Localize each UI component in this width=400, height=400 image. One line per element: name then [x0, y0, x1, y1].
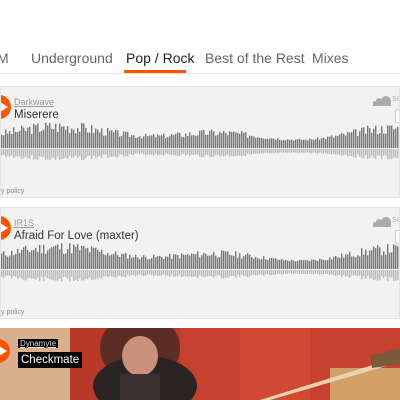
tab-best-of-the-rest[interactable]: Best of the Rest	[205, 50, 305, 66]
waveform[interactable]	[1, 236, 400, 286]
artist-link[interactable]: Darkwave	[14, 97, 54, 107]
tabs-divider	[0, 73, 400, 74]
player-widget: Darkwave Miserere SO y policy	[0, 86, 400, 198]
privacy-policy-link[interactable]: y policy	[1, 188, 24, 195]
tab-mixes[interactable]: Mixes	[312, 50, 349, 66]
artist-link[interactable]: IR1S	[14, 218, 34, 228]
privacy-policy-link[interactable]: y policy	[1, 309, 24, 316]
track-title[interactable]: Checkmate	[18, 352, 83, 368]
artist-link[interactable]: Dynamyte	[18, 339, 59, 348]
soundcloud-icon[interactable]	[373, 217, 391, 227]
soundcloud-icon[interactable]	[373, 96, 391, 106]
tab-partial[interactable]: M	[0, 50, 9, 66]
tab-pop-rock[interactable]: Pop / Rock	[126, 50, 194, 66]
brand-text: SO	[392, 96, 399, 103]
tab-underground[interactable]: Underground	[31, 50, 113, 66]
genre-tabs: M Underground Pop / Rock Best of the Res…	[0, 0, 400, 76]
brand-text: SO	[392, 217, 399, 224]
player-widget: IR1S Afraid For Love (maxter) SO y polic…	[0, 207, 400, 319]
player-widget-artwork: Dynamyte Checkmate	[0, 328, 400, 400]
waveform[interactable]	[1, 115, 400, 165]
